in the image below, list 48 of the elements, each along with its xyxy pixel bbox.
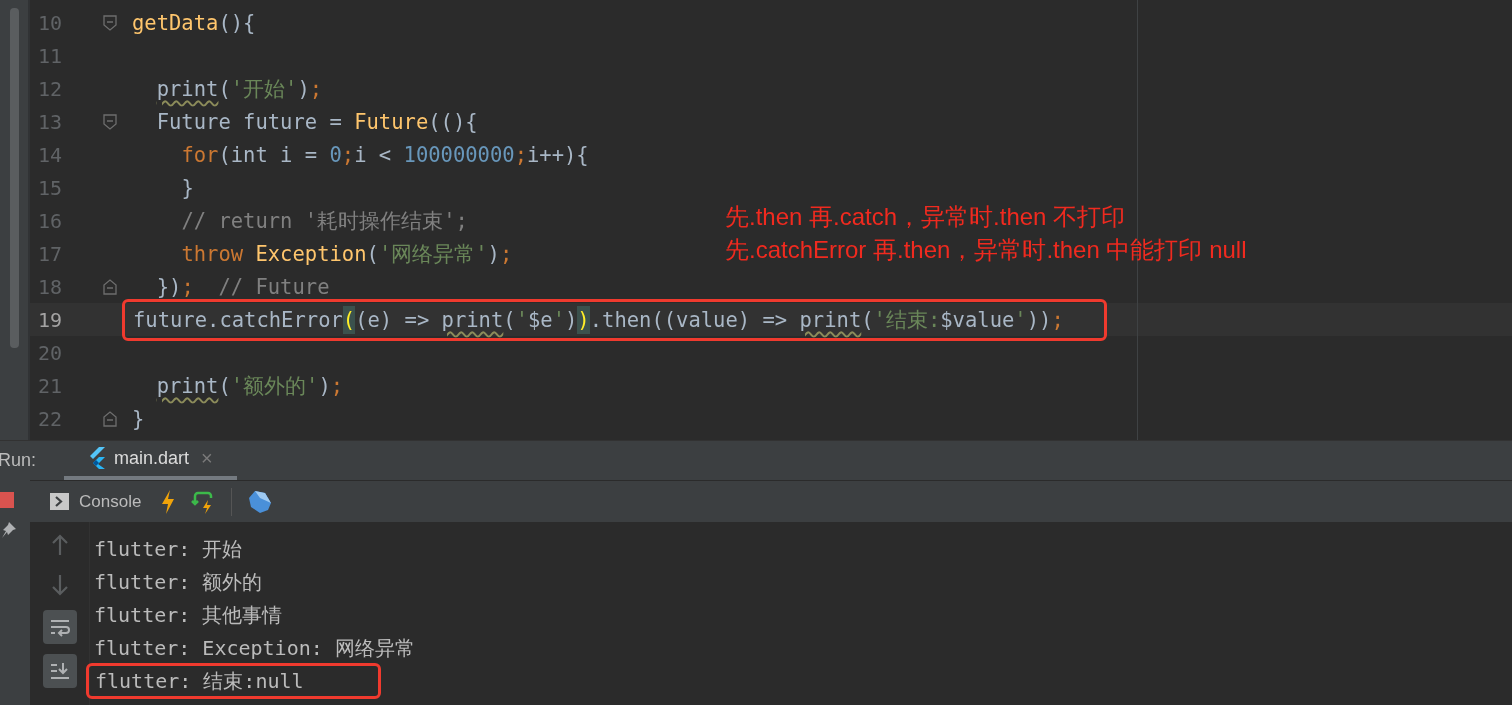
- code-line: print('额外的');: [155, 372, 344, 400]
- line-number: 19: [37, 306, 64, 334]
- console-line: flutter: 开始: [94, 535, 243, 563]
- scrollbar[interactable]: [9, 8, 19, 348]
- scroll-to-end-button[interactable]: [42, 654, 77, 688]
- line-number: 15: [37, 174, 64, 202]
- annotation-text: 先.catchError 再.then，异常时.then 中能打印 null: [725, 235, 1247, 265]
- soft-wrap-button[interactable]: [42, 610, 77, 644]
- fold-icon[interactable]: [103, 410, 117, 427]
- dart-icon[interactable]: [248, 489, 273, 514]
- lightning-icon[interactable]: [161, 489, 176, 514]
- run-label: Run:: [0, 449, 38, 472]
- line-number: 10: [37, 9, 64, 37]
- code-line: Future future = Future((){: [155, 108, 478, 136]
- console-tab[interactable]: Console: [50, 488, 142, 515]
- scroll-to-end-icon: [48, 661, 71, 681]
- line-number: 11: [37, 42, 64, 70]
- annotation-text: 先.then 再.catch，异常时.then 不打印: [725, 202, 1127, 232]
- line-number: 13: [37, 108, 64, 136]
- line-number: 22: [37, 405, 64, 433]
- up-arrow-icon[interactable]: [50, 534, 69, 556]
- flutter-icon: [88, 447, 106, 469]
- fold-icon[interactable]: [103, 278, 117, 295]
- line-number: 18: [37, 273, 64, 301]
- code-line: }: [180, 174, 194, 202]
- console-line: flutter: 其他事情: [94, 601, 283, 629]
- down-arrow-icon[interactable]: [50, 574, 69, 596]
- console-line: flutter: 结束:null: [95, 667, 304, 695]
- line-number: 21: [37, 372, 64, 400]
- code-line: }); // Future: [155, 273, 330, 301]
- line-number: 17: [37, 240, 64, 268]
- code-line: future.catchError((e) => print('$e')).then((value) => print('结束:$value'));: [133, 305, 1064, 334]
- line-number: 14: [37, 141, 64, 169]
- soft-wrap-icon: [48, 617, 71, 637]
- code-line: print('开始');: [155, 75, 323, 103]
- line-number: 20: [37, 339, 64, 367]
- line-number: 16: [37, 207, 64, 235]
- line-number: 12: [37, 75, 64, 103]
- console-line: flutter: Exception: 网络异常: [94, 634, 415, 662]
- fold-icon[interactable]: [103, 14, 117, 31]
- code-line: for(int i = 0;i < 100000000;i++){: [180, 141, 589, 169]
- code-line: getData(){: [132, 9, 256, 37]
- terminal-icon: [50, 493, 69, 510]
- fold-icon[interactable]: [103, 113, 117, 130]
- code-line: }: [132, 405, 145, 433]
- code-line: throw Exception('网络异常');: [180, 240, 513, 268]
- code-line: // return '耗时操作结束';: [180, 207, 468, 235]
- console-line: flutter: 额外的: [94, 568, 263, 596]
